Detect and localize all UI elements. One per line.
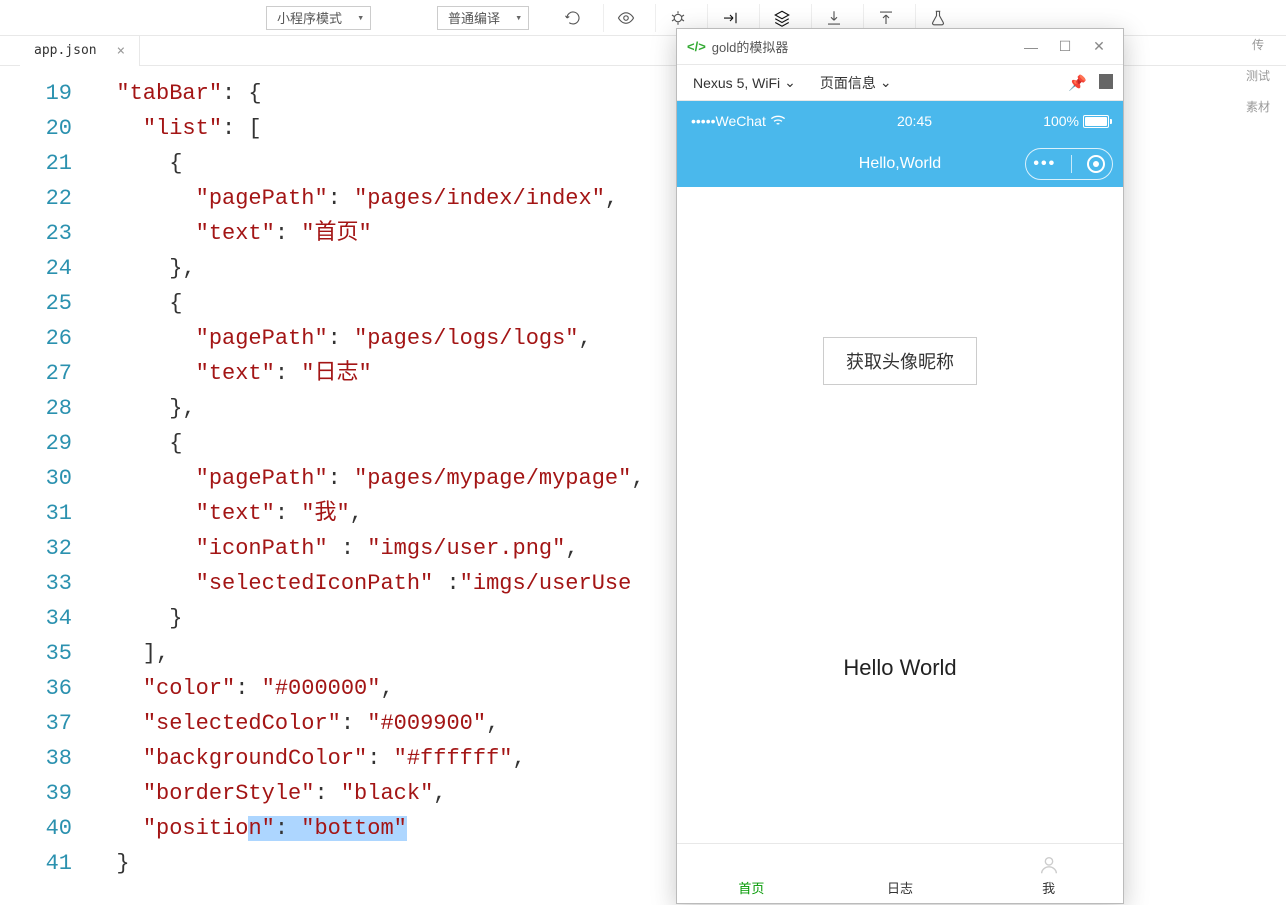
battery-icon [1083, 115, 1109, 128]
tab-label: 我 [1042, 878, 1055, 897]
close-icon[interactable]: ✕ [1085, 38, 1113, 55]
nav-bar: Hello,World ••• [677, 141, 1123, 187]
compile-select[interactable]: 普通编译 [437, 6, 529, 30]
eye-icon[interactable] [603, 4, 647, 32]
tab-item[interactable]: 我 [974, 844, 1123, 903]
refresh-icon[interactable] [551, 4, 595, 32]
line-gutter: 1920212223242526272829303132333435363738… [0, 66, 90, 905]
page-body: 获取头像昵称 Hello World [677, 187, 1123, 843]
tab-bar: 首页 日志 我 [677, 843, 1123, 903]
phone-screen: ••••• WeChat 20:45 100% Hello,World ••• … [677, 101, 1123, 903]
mode-select[interactable]: 小程序模式 [266, 6, 371, 30]
tab-label: 日志 [887, 878, 913, 897]
clock: 20:45 [786, 113, 1043, 129]
tab-item[interactable]: 日志 [826, 844, 975, 903]
signal-icon: ••••• [691, 113, 716, 129]
status-bar: ••••• WeChat 20:45 100% [677, 101, 1123, 141]
dock-icon[interactable] [1099, 77, 1113, 89]
code-icon: </> [687, 39, 706, 54]
tab-item[interactable]: 首页 [677, 844, 826, 903]
close-icon[interactable]: × [117, 43, 125, 59]
hello-text: Hello World [843, 655, 956, 681]
menu-icon[interactable]: ••• [1033, 155, 1056, 173]
pin-icon[interactable]: 📌 [1068, 74, 1087, 92]
get-profile-button[interactable]: 获取头像昵称 [823, 337, 977, 385]
carrier-label: WeChat [716, 113, 766, 129]
simulator-toolbar: Nexus 5, WiFi⌄ 页面信息⌄ 📌 [677, 65, 1123, 101]
nav-title: Hello,World [859, 155, 941, 173]
code-content[interactable]: "tabBar": { "list": [ { "pagePath": "pag… [90, 66, 645, 905]
battery-percent: 100% [1043, 113, 1079, 129]
chevron-down-icon: ⌄ [784, 74, 796, 91]
tab-label: 首页 [738, 878, 764, 897]
close-app-icon[interactable] [1087, 155, 1105, 173]
device-select[interactable]: Nexus 5, WiFi⌄ [687, 74, 802, 91]
minimize-icon[interactable]: — [1017, 39, 1045, 55]
capsule-menu[interactable]: ••• [1025, 148, 1113, 180]
user-icon [1038, 854, 1060, 876]
pageinfo-select[interactable]: 页面信息⌄ [814, 73, 898, 93]
file-tab-label: app.json [34, 43, 97, 58]
simulator-title: gold的模拟器 [712, 37, 789, 56]
simulator-titlebar[interactable]: </> gold的模拟器 — ☐ ✕ [677, 29, 1123, 65]
maximize-icon[interactable]: ☐ [1051, 38, 1079, 55]
file-tab-app-json[interactable]: app.json × [20, 36, 140, 66]
wifi-icon [770, 113, 786, 129]
simulator-window: </> gold的模拟器 — ☐ ✕ Nexus 5, WiFi⌄ 页面信息⌄ … [676, 28, 1124, 904]
chevron-down-icon: ⌄ [880, 74, 892, 91]
